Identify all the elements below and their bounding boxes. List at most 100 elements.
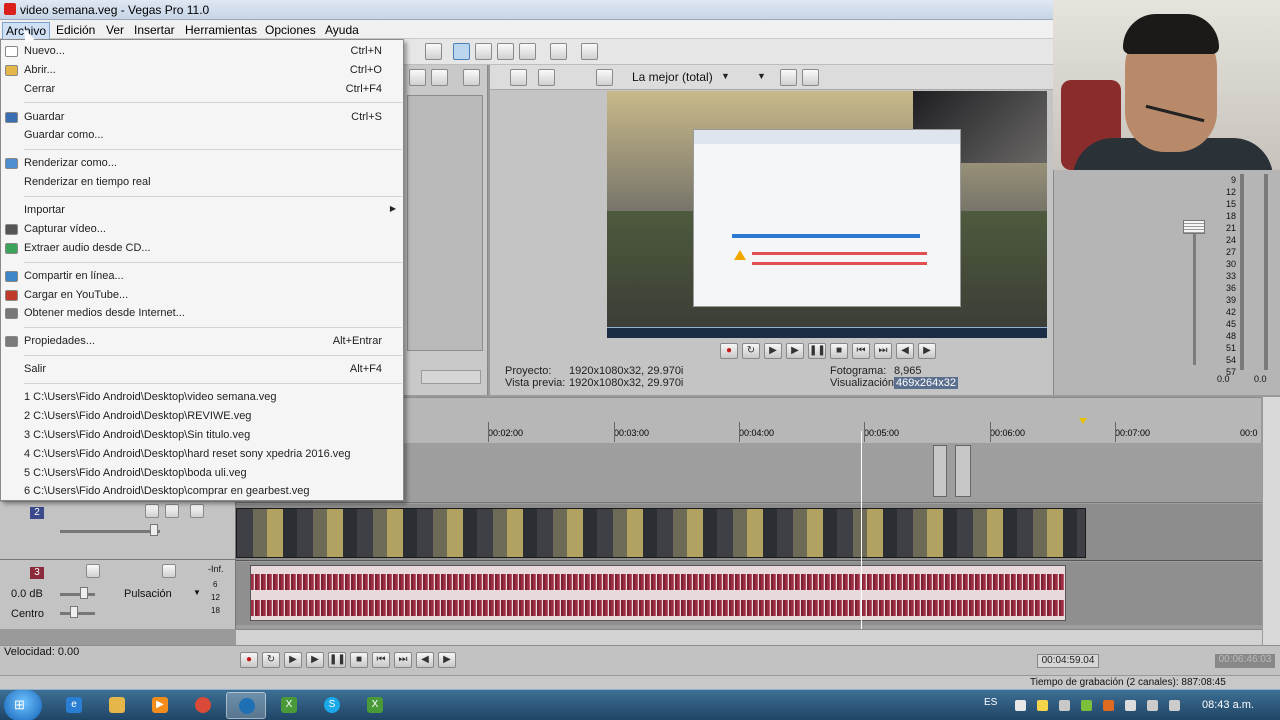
explorer-list[interactable]	[407, 95, 483, 351]
play-button[interactable]: ▶	[786, 343, 804, 359]
master-volume-fader[interactable]	[1183, 220, 1205, 234]
track-fx-icon[interactable]	[190, 504, 204, 518]
start-button[interactable]: ⊞	[4, 690, 42, 720]
menu-edicion[interactable]: Edición	[53, 22, 98, 38]
next-frame-button[interactable]: ▶	[918, 343, 936, 359]
network-icon[interactable]	[1125, 700, 1136, 711]
explorer-tool-2[interactable]	[431, 69, 448, 86]
normal-edit-tool-button[interactable]	[453, 43, 470, 60]
video-track[interactable]	[236, 504, 1262, 561]
file-menu-item[interactable]: Cargar en YouTube...	[1, 286, 403, 305]
mute-icon[interactable]	[145, 504, 159, 518]
pause-button[interactable]: ❚❚	[808, 343, 826, 359]
video-level-slider[interactable]	[150, 524, 158, 536]
menu-ver[interactable]: Ver	[103, 22, 127, 38]
track-fx-label[interactable]: Pulsación	[124, 588, 172, 600]
next-frame-button[interactable]: ▶	[438, 652, 456, 668]
file-menu-item[interactable]: Extraer audio desde CD...	[1, 239, 403, 258]
menu-insertar[interactable]: Insertar	[131, 22, 178, 38]
record-button[interactable]: ●	[720, 343, 738, 359]
play-from-start-button[interactable]: ▶	[764, 343, 782, 359]
solo-icon[interactable]	[165, 504, 179, 518]
file-menu-item[interactable]: 3 C:\Users\Fido Android\Desktop\Sin titu…	[1, 426, 403, 445]
taskbar-app-green-2[interactable]: X	[355, 692, 395, 719]
language-indicator[interactable]: ES	[984, 697, 997, 708]
explorer-tool-3[interactable]	[463, 69, 480, 86]
menu-herramientas[interactable]: Herramientas	[182, 22, 260, 38]
file-menu-item[interactable]: Cerrar Ctrl+F4	[1, 80, 403, 99]
pan-slider[interactable]	[70, 606, 78, 618]
tray-icon[interactable]	[1059, 700, 1070, 711]
preview-properties-button[interactable]	[510, 69, 527, 86]
marker-icon[interactable]	[1079, 418, 1087, 424]
help-pointer-button[interactable]	[581, 43, 598, 60]
audio-track-header[interactable]: 3 -Inf. 0.0 dB Pulsación ▼ Centro 6 12 1…	[0, 562, 236, 629]
taskbar-chrome[interactable]	[183, 692, 223, 719]
file-menu-item[interactable]: 2 C:\Users\Fido Android\Desktop\REVIWE.v…	[1, 407, 403, 426]
go-to-start-button[interactable]: ⏮	[852, 343, 870, 359]
taskbar-explorer[interactable]	[97, 692, 137, 719]
explorer-tool-1[interactable]	[409, 69, 426, 86]
cursor-time-display[interactable]: 00:04:59.04	[1037, 654, 1099, 668]
file-menu-item[interactable]: Capturar vídeo...	[1, 220, 403, 239]
explorer-bottom-field[interactable]	[421, 370, 481, 384]
play-button[interactable]: ▶	[306, 652, 324, 668]
chevron-down-icon[interactable]: ▼	[193, 588, 201, 597]
file-menu-item[interactable]: Importar ▶	[1, 201, 403, 220]
file-menu-item[interactable]: Salir Alt+F4	[1, 360, 403, 379]
taskbar-app-green[interactable]: X	[269, 692, 309, 719]
go-to-end-button[interactable]: ⏭	[874, 343, 892, 359]
external-monitor-button[interactable]	[538, 69, 555, 86]
taskbar-ie[interactable]: e	[54, 692, 94, 719]
file-menu-item[interactable]: Abrir... Ctrl+O	[1, 61, 403, 80]
record-arm-icon[interactable]	[86, 564, 100, 578]
taskbar-vegas[interactable]	[226, 692, 266, 719]
go-to-start-button[interactable]: ⏮	[372, 652, 390, 668]
timeline-ruler[interactable]: 00:02:00 00:03:00 00:04:00 00:05:00 00:0…	[403, 397, 1261, 443]
stop-button[interactable]: ■	[830, 343, 848, 359]
file-menu-item[interactable]: 1 C:\Users\Fido Android\Desktop\video se…	[1, 388, 403, 407]
taskbar-skype[interactable]: S	[312, 692, 352, 719]
zoom-tool-button[interactable]	[519, 43, 536, 60]
file-menu-item[interactable]: 6 C:\Users\Fido Android\Desktop\comprar …	[1, 482, 403, 501]
tray-icon[interactable]	[1103, 700, 1114, 711]
file-menu-item[interactable]: Obtener medios desde Internet...	[1, 304, 403, 323]
file-menu-item[interactable]: Renderizar en tiempo real	[1, 173, 403, 192]
audio-clip[interactable]	[250, 565, 1066, 621]
taskbar-media[interactable]: ▶	[140, 692, 180, 719]
pause-button[interactable]: ❚❚	[328, 652, 346, 668]
file-menu-item[interactable]: 4 C:\Users\Fido Android\Desktop\hard res…	[1, 445, 403, 464]
menu-opciones[interactable]: Opciones	[262, 22, 319, 38]
preview-fx-button[interactable]	[596, 69, 613, 86]
file-menu-item[interactable]: 5 C:\Users\Fido Android\Desktop\boda uli…	[1, 464, 403, 483]
save-snapshot-button[interactable]	[802, 69, 819, 86]
chevron-down-icon[interactable]: ▼	[721, 71, 730, 81]
taskbar-clock[interactable]: 08:43 a.m.	[1202, 699, 1254, 711]
loop-button[interactable]: ↻	[262, 652, 280, 668]
tray-icon[interactable]	[1037, 700, 1048, 711]
file-menu-item[interactable]: Guardar como...	[1, 126, 403, 145]
playhead-cursor[interactable]	[861, 431, 862, 629]
menu-ayuda[interactable]: Ayuda	[322, 22, 362, 38]
mute-icon[interactable]	[162, 564, 176, 578]
toolbar-button-1[interactable]	[425, 43, 442, 60]
copy-snapshot-button[interactable]	[780, 69, 797, 86]
envelope-tool-button[interactable]	[475, 43, 492, 60]
file-menu-item[interactable]: Guardar Ctrl+S	[1, 108, 403, 127]
prev-frame-button[interactable]: ◀	[416, 652, 434, 668]
video-track-header[interactable]: 2	[0, 502, 236, 560]
file-menu-item[interactable]: Renderizar como...	[1, 154, 403, 173]
file-menu-item[interactable]: Propiedades... Alt+Entrar	[1, 332, 403, 351]
timeline-horizontal-scrollbar[interactable]	[236, 629, 1262, 645]
video-clip[interactable]	[933, 445, 947, 497]
preview-quality-select[interactable]: La mejor (total)	[632, 70, 713, 84]
tray-icon[interactable]	[1081, 700, 1092, 711]
video-clip[interactable]	[236, 508, 1086, 558]
file-menu-item[interactable]: Compartir en línea...	[1, 267, 403, 286]
play-from-start-button[interactable]: ▶	[284, 652, 302, 668]
timeline-vertical-scrollbar[interactable]	[1262, 397, 1280, 645]
tray-icon[interactable]	[1169, 700, 1180, 711]
loop-button[interactable]: ↻	[742, 343, 760, 359]
file-menu-item[interactable]: Nuevo... Ctrl+N	[1, 42, 403, 61]
chevron-down-icon[interactable]: ▼	[757, 71, 766, 81]
